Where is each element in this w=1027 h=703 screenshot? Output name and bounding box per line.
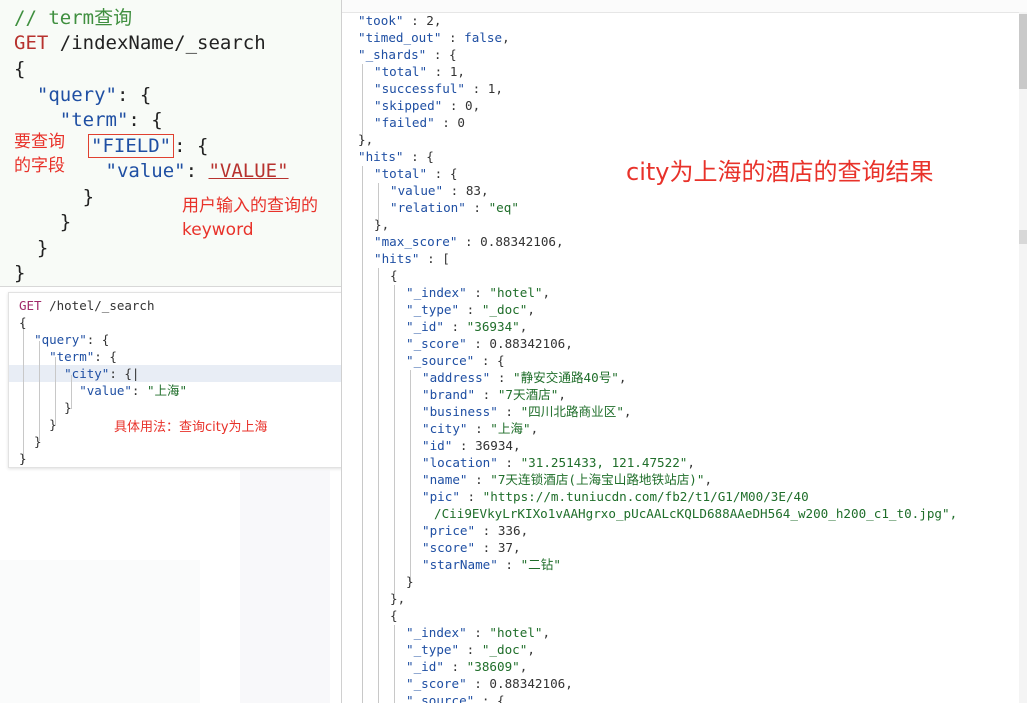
json-hit-open: { [390, 608, 398, 623]
json-close: } [406, 574, 414, 589]
indent-guide [410, 370, 411, 582]
json-source-pic-cont: /Cii9EVkyLrKIXo1vAAHgrxo_pUcAALcKQLD688A… [434, 506, 958, 521]
json-hit2-index: "_index" : "hotel", [406, 625, 551, 640]
json-hit-source: "_source" : { [406, 353, 505, 368]
scrollbar-thumb[interactable] [1019, 14, 1027, 89]
json-hit2-score: "_score" : 0.88342106, [406, 676, 573, 691]
console-request-line[interactable]: GET /hotel/_search [19, 297, 154, 314]
template-close-3: } [14, 237, 49, 259]
template-term-key: "term" [59, 109, 129, 131]
json-close: }, [374, 217, 390, 232]
template-value-placeholder: "VALUE" [208, 160, 289, 182]
console-value: "上海" [146, 383, 188, 398]
json-source-price: "price" : 336, [422, 523, 529, 538]
json-hit2-type: "_type" : "_doc", [406, 642, 535, 657]
json-hit2-id: "_id" : "38609", [406, 659, 528, 674]
console-city-key: "city" [64, 366, 110, 381]
template-method: GET [14, 32, 49, 54]
json-hits-total: "total" : { [374, 166, 458, 181]
template-query-key: "query" [36, 84, 117, 106]
console-city-line: "city": {| [64, 366, 140, 381]
template-close-2: } [14, 211, 72, 233]
console-close-3: } [19, 434, 42, 449]
json-source-starname: "starName" : "二钻" [422, 557, 561, 572]
console-term-line: "term": { [49, 349, 117, 364]
console-method: GET [19, 298, 42, 313]
template-value-key: "value" [105, 160, 186, 182]
json-shards-skipped: "skipped" : 0, [374, 98, 481, 113]
json-shards-total: "total" : 1, [374, 64, 466, 79]
template-request-line: GET /indexName/_search [14, 31, 266, 57]
template-close-4: } [14, 262, 26, 284]
template-path: /indexName/_search [59, 32, 266, 54]
scrollbar-track[interactable] [1019, 12, 1027, 703]
result-annotation: city为上海的酒店的查询结果 [626, 158, 934, 186]
json-hit2-source: "_source" : { [406, 693, 505, 703]
json-close: }, [358, 132, 374, 147]
blurred-area [240, 470, 330, 703]
blurred-area [0, 560, 200, 703]
query-template-panel: // term查询 GET /indexName/_search { "quer… [0, 0, 342, 287]
json-hit-open: { [390, 268, 398, 283]
console-close-1: } [19, 400, 72, 415]
console-query-key: "query" [34, 332, 87, 347]
console-request-panel[interactable]: GET /hotel/_search { "query": { "term": … [8, 292, 343, 468]
json-source-location: "location" : "31.251433, 121.47522", [422, 455, 695, 470]
json-source-pic: "pic" : "https://m.tuniucdn.com/fb2/t1/G… [422, 489, 809, 504]
json-took: "took" : 2, [358, 13, 442, 28]
response-toolbar [342, 0, 1027, 13]
json-hits-total-value: "value" : 83, [390, 183, 489, 198]
template-query-line: "query": { [36, 84, 152, 106]
json-hit-type: "_type" : "_doc", [406, 302, 535, 317]
console-brace-open: { [19, 315, 27, 330]
json-hits-array: "hits" : [ [374, 251, 450, 266]
template-field-placeholder: "FIELD" [88, 134, 175, 158]
json-shards-successful: "successful" : 1, [374, 81, 503, 96]
scrollbar-marker [1019, 230, 1027, 244]
field-annotation: 要查询 的字段 [14, 132, 65, 176]
json-source-score: "score" : 37, [422, 540, 521, 555]
template-field-line: "FIELD": { [88, 134, 208, 160]
json-source-address: "address" : "静安交通路40号", [422, 370, 627, 385]
json-source-id: "id" : 36934, [422, 438, 521, 453]
console-close-4: } [19, 451, 27, 466]
json-hit-score: "_score" : 0.88342106, [406, 336, 573, 351]
indent-guide [362, 166, 363, 703]
indent-guide [394, 625, 395, 703]
json-source-brand: "brand" : "7天酒店", [422, 387, 566, 402]
json-hits: "hits" : { [358, 149, 434, 164]
usage-annotation: 具体用法：查询city为上海 [114, 420, 268, 435]
json-source-business: "business" : "四川北路商业区", [422, 404, 632, 419]
json-source-name: "name" : "7天连锁酒店(上海宝山路地铁站店)", [422, 472, 713, 487]
console-term-key: "term" [49, 349, 95, 364]
value-annotation: 用户输入的查询的 keyword [182, 196, 318, 240]
json-close: }, [390, 591, 406, 606]
json-source-city: "city" : "上海", [422, 421, 539, 436]
template-brace-open: { [14, 58, 26, 80]
json-shards-failed: "failed" : 0 [374, 115, 466, 130]
console-query-line: "query": { [34, 332, 110, 347]
json-hits-total-relation: "relation" : "eq" [390, 200, 519, 215]
console-value-line: "value": "上海" [79, 383, 188, 398]
indent-guide [394, 285, 395, 595]
indent-guide [378, 268, 379, 703]
console-close-2: } [19, 417, 57, 432]
console-path: /hotel/_search [49, 298, 155, 313]
console-value-key: "value" [79, 383, 132, 398]
json-shards: "_shards" : { [358, 47, 457, 62]
template-comment: // term查询 [14, 7, 133, 29]
json-timed-out: "timed_out" : false, [358, 30, 510, 45]
response-panel[interactable]: "took" : 2, "timed_out" : false, "_shard… [342, 0, 1027, 703]
template-close-1: } [14, 186, 95, 208]
json-hit-id: "_id" : "36934", [406, 319, 528, 334]
json-hit-index: "_index" : "hotel", [406, 285, 551, 300]
json-max-score: "max_score" : 0.88342106, [374, 234, 564, 249]
